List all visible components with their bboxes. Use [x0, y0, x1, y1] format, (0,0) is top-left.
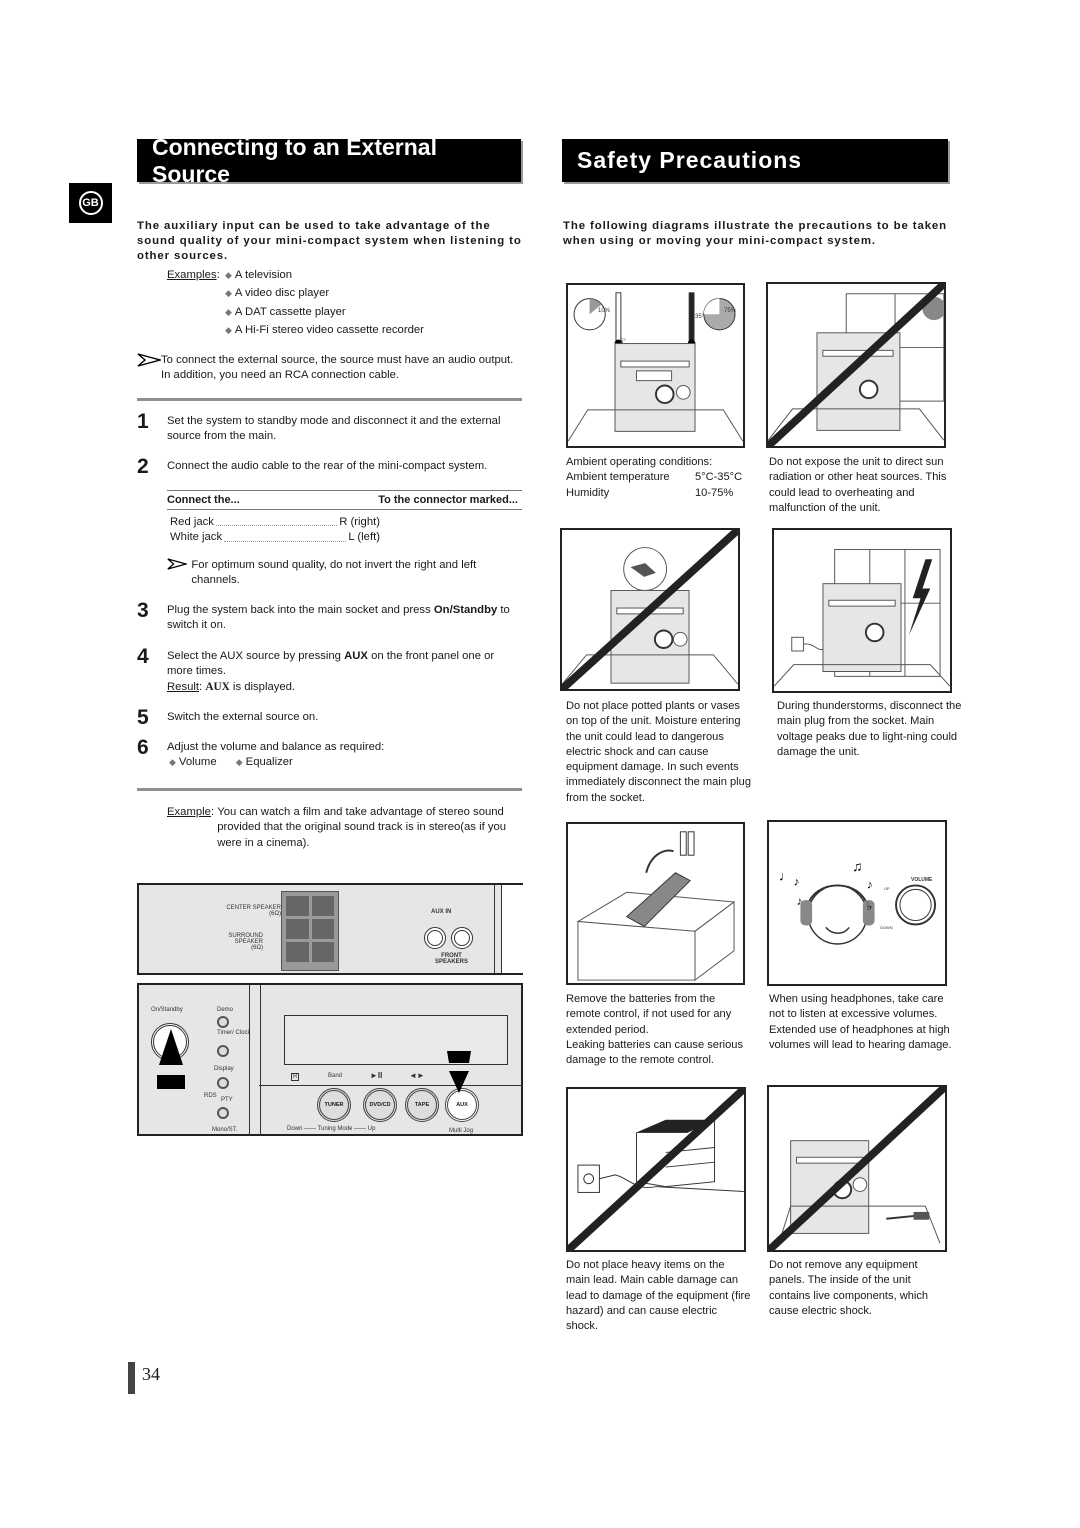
- diamond-bullet-icon: ◆: [169, 757, 176, 768]
- page-number: 34: [142, 1364, 160, 1384]
- table-header: Connect the... To the connector marked..…: [167, 490, 522, 510]
- illustration-no-panel-removal: [767, 1085, 947, 1252]
- speaker-terminals: [281, 891, 339, 971]
- step-6: 6 Adjust the volume and balance as requi…: [137, 736, 522, 771]
- rear-panel-diagram: CENTER SPEAKER (6Ω) SURROUND SPEAKER (6Ω) A…: [137, 883, 524, 975]
- diamond-bullet-icon: ◆: [225, 270, 232, 280]
- section-title-connecting: Connecting to an External Source: [137, 134, 521, 187]
- step-number: 5: [137, 706, 149, 729]
- batteries-caption: Remove the batteries from the remote con…: [566, 993, 743, 1067]
- condition-row: Humidity 10-75%: [566, 486, 734, 499]
- example-note: Example: You can watch a film and take a…: [167, 806, 507, 849]
- svg-text:♩: ♩: [779, 869, 793, 884]
- illustration-remove-batteries: [566, 822, 745, 985]
- pointer-arrow-icon: [447, 1051, 471, 1093]
- example-item: ◆ A television: [225, 269, 293, 281]
- vase-caption: Do not place potted plants or vases on t…: [566, 700, 751, 804]
- language-badge: GB: [78, 191, 103, 215]
- display-button[interactable]: [217, 1077, 229, 1089]
- step-3: 3 Plug the system back into the main soc…: [137, 599, 522, 634]
- front-panel-diagram: On/Standby Demo Timer/ Clock Display RDS…: [137, 983, 523, 1136]
- divider: [137, 398, 522, 401]
- illustration-headphones: ♩ ♪ ♪ ♫ ♪ ♭: [767, 820, 947, 986]
- sun-caption: Do not expose the unit to direct sun rad…: [769, 456, 947, 514]
- examples-label: Examples: [167, 269, 217, 281]
- pty-button[interactable]: [217, 1107, 229, 1119]
- svg-text:♪: ♪: [794, 875, 800, 888]
- step-number: 4: [137, 645, 149, 668]
- diamond-bullet-icon: ◆: [225, 306, 232, 317]
- aux-jack-r: [424, 927, 446, 949]
- safety-intro: The following diagrams illustrate the pr…: [563, 220, 948, 247]
- example-item: ◆ A video disc player: [225, 287, 330, 300]
- illustration-thunderstorm: [772, 528, 952, 693]
- condition-row: Ambient temperature 5°C-35°C: [566, 471, 743, 484]
- step-1: 1 Set the system to standby mode and dis…: [137, 410, 522, 445]
- timer-clock-button[interactable]: [217, 1045, 229, 1057]
- note-rca: To connect the external source, the sour…: [137, 353, 522, 384]
- language-tab: GB: [69, 183, 112, 223]
- svg-text:♫: ♫: [852, 859, 862, 874]
- step-number: 1: [137, 410, 149, 433]
- main-lead-caption: Do not place heavy items on the main lea…: [566, 1259, 751, 1333]
- example-item: ◆ A DAT cassette player: [225, 305, 346, 318]
- illustration-ambient-conditions: [566, 283, 745, 448]
- dvd-cd-button[interactable]: DVD/CD: [363, 1088, 397, 1122]
- step-number: 3: [137, 599, 149, 622]
- diamond-bullet-icon: ◆: [235, 757, 243, 768]
- connection-table: Connect the... To the connector marked..…: [167, 490, 522, 546]
- tuner-button[interactable]: TUNER: [317, 1088, 351, 1122]
- ambient-conditions-caption: Ambient operating conditions: Ambient te…: [566, 455, 751, 501]
- illustration-sun-exposure: [766, 282, 946, 448]
- table-row: White jack L (left): [170, 531, 380, 544]
- step-number: 2: [137, 455, 149, 478]
- note-arrow-icon: [137, 353, 163, 384]
- illustration-main-lead: [566, 1087, 746, 1252]
- examples-block: Examples: ◆ A television ◆ A video disc pl…: [167, 268, 424, 338]
- aux-jack-l: [451, 927, 473, 949]
- headphones-caption: When using headphones, take care not to …: [769, 993, 952, 1051]
- connect-intro: The auxiliary input can be used to take …: [137, 220, 522, 262]
- display-window: [284, 1015, 508, 1065]
- step-5: 5 Switch the external source on.: [137, 706, 319, 729]
- demo-button[interactable]: [217, 1016, 229, 1028]
- step-4: 4 Select the AUX source by pressing AUX …: [137, 645, 522, 695]
- table-row: Red jack R (right): [170, 516, 380, 528]
- note-channels: For optimum sound quality, do not invert…: [167, 558, 507, 589]
- diamond-bullet-icon: ◆: [225, 324, 232, 335]
- thunderstorm-caption: During thunderstorms, disconnect the mai…: [777, 700, 962, 758]
- svg-text:♪: ♪: [796, 895, 802, 908]
- diamond-bullet-icon: ◆: [225, 288, 232, 299]
- page-marker: [128, 1362, 135, 1394]
- tape-button[interactable]: TAPE: [405, 1088, 439, 1122]
- pointer-arrow-icon: [157, 1029, 185, 1089]
- illustration-no-vases: [560, 528, 740, 691]
- section-title-safety: Safety Precautions: [562, 139, 948, 182]
- example-item: ◆ A Hi-Fi stereo video cassette recorder: [225, 323, 424, 336]
- svg-text:♭: ♭: [867, 900, 873, 913]
- svg-text:♪: ♪: [867, 878, 873, 891]
- step-2: 2 Connect the audio cable to the rear of…: [137, 455, 488, 478]
- aux-in-label: AUX IN: [431, 909, 452, 915]
- divider: [137, 788, 522, 791]
- step-number: 6: [137, 736, 149, 759]
- note-arrow-icon: [167, 558, 191, 589]
- panels-caption: Do not remove any equipment panels. The …: [769, 1259, 929, 1317]
